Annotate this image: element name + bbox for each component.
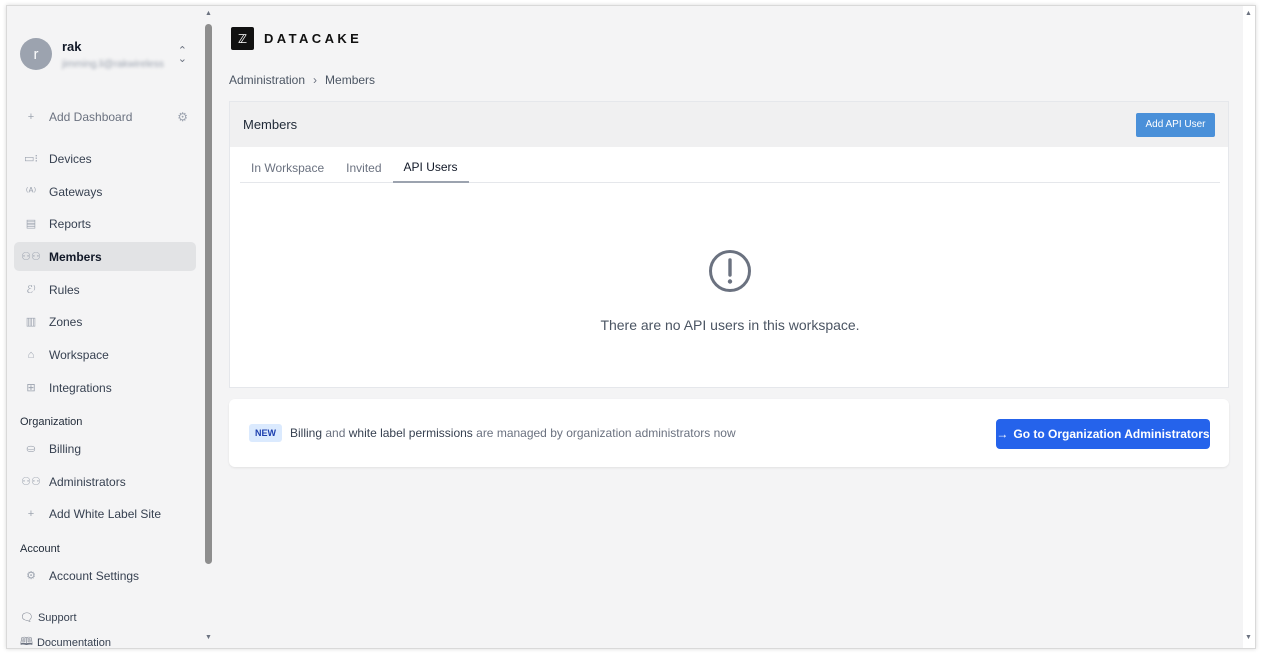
notice-billing: Billing (290, 426, 323, 440)
section-account: Account (20, 543, 60, 555)
documentation-label: Documentation (36, 636, 111, 649)
chevron-right-icon: › (313, 73, 318, 87)
chevron-updown-icon[interactable]: ⌃ ⌄ (178, 46, 187, 65)
add-api-user-button[interactable]: Add API User (1136, 112, 1215, 137)
tab-in-workspace[interactable]: In Workspace (240, 152, 335, 183)
section-organization: Organization (20, 416, 83, 428)
empty-state-message: There are no API users in this workspace… (600, 317, 860, 333)
user-email: jimming.li@rakwireless (62, 58, 164, 70)
scroll-down-arrow-icon[interactable]: ▼ (1245, 634, 1252, 641)
members-panel: Members Add API User In Workspace Invite… (229, 101, 1229, 388)
sidebar-item-label: Workspace (49, 347, 109, 362)
org-admin-notice: NEW Billing and white label permissions … (229, 399, 1229, 467)
map-icon: ▥ (25, 316, 37, 328)
datacake-logo[interactable]: ℤ DATACAKE (231, 27, 362, 50)
logo-mark-icon: ℤ (231, 27, 254, 50)
sidebar-scrollbar[interactable]: ▲ ▼ (203, 6, 215, 648)
sidebar-item-devices[interactable]: ▭⁝ Devices (14, 144, 196, 173)
breadcrumb-administration[interactable]: Administration (229, 73, 305, 87)
plus-square-icon: ⊞ (26, 382, 36, 394)
go-to-org-admins-button[interactable]: → Go to Organization Administrators (996, 419, 1210, 449)
gateway-icon: ⁽ᴬ⁾ (25, 186, 37, 198)
add-dashboard-button[interactable]: + Add Dashboard ⚙ (14, 102, 196, 131)
sidebar-scroll-thumb[interactable] (205, 24, 212, 564)
devices-icon: ▭⁝ (24, 153, 38, 165)
sidebar-item-label: Add White Label Site (49, 506, 162, 521)
billing-icon: ⛀ (26, 443, 36, 455)
sidebar-item-reports[interactable]: ▤ Reports (14, 209, 196, 238)
members-icon: ⚇⚇ (21, 251, 41, 263)
sidebar-item-label: Rules (49, 282, 80, 297)
add-dashboard-label: Add Dashboard (49, 109, 133, 124)
home-icon: ⌂ (27, 348, 35, 361)
notice-rest: are managed by organization administrato… (476, 426, 736, 440)
support-link[interactable]: 🗨 Support (20, 611, 77, 625)
sidebar-item-members[interactable]: ⚇⚇ Members (14, 242, 196, 271)
sidebar-item-label: Integrations (49, 380, 112, 395)
breadcrumb-members: Members (325, 73, 376, 87)
sidebar-item-label: Members (49, 249, 102, 264)
gear-icon: ⚙ (26, 570, 36, 582)
book-icon: 🕮 (20, 636, 33, 648)
members-icon: ⚇⚇ (21, 476, 41, 488)
sidebar-item-add-white-label[interactable]: + Add White Label Site (14, 499, 196, 528)
arrow-right-icon: → (996, 427, 1009, 441)
tab-api-users[interactable]: API Users (392, 152, 469, 183)
gear-icon[interactable]: ⚙ (177, 110, 188, 124)
scroll-up-arrow-icon[interactable]: ▲ (205, 10, 212, 17)
main-scrollbar[interactable]: ▲ ▼ (1243, 6, 1255, 648)
sidebar-item-workspace[interactable]: ⌂ Workspace (14, 340, 196, 369)
report-icon: ▤ (25, 218, 37, 230)
member-tabs: In Workspace Invited API Users (240, 152, 1220, 183)
notice-and: and (325, 426, 346, 440)
tab-invited[interactable]: Invited (335, 152, 392, 183)
main-content: ℤ DATACAKE Administration › Members Memb… (215, 6, 1245, 648)
sidebar-item-billing[interactable]: ⛀ Billing (14, 434, 196, 463)
sidebar-item-label: Billing (49, 441, 82, 456)
plus-icon: + (27, 507, 35, 520)
sidebar-item-label: Devices (49, 151, 92, 166)
sidebar-item-administrators[interactable]: ⚇⚇ Administrators (14, 467, 196, 496)
breadcrumb: Administration › Members (229, 73, 375, 87)
rules-icon: ℰ⁾ (26, 284, 36, 296)
sidebar-item-label: Account Settings (49, 568, 140, 583)
sidebar-item-account-settings[interactable]: ⚙ Account Settings (14, 561, 196, 590)
sidebar-item-label: Reports (49, 216, 92, 231)
avatar: r (20, 38, 52, 70)
sidebar-item-label: Administrators (49, 474, 126, 489)
panel-header: Members Add API User (230, 102, 1228, 147)
notice-text: Billing and white label permissions are … (290, 426, 736, 440)
sidebar-item-label: Gateways (49, 184, 103, 199)
support-label: Support (37, 611, 77, 624)
user-name: rak (62, 38, 82, 54)
logo-text: DATACAKE (264, 31, 363, 46)
sidebar-item-gateways[interactable]: ⁽ᴬ⁾ Gateways (14, 177, 196, 206)
scroll-down-arrow-icon[interactable]: ▼ (205, 634, 212, 641)
sidebar-item-integrations[interactable]: ⊞ Integrations (14, 373, 196, 402)
exclamation-circle-icon (709, 250, 751, 292)
sidebar-item-rules[interactable]: ℰ⁾ Rules (14, 275, 196, 304)
sidebar-item-label: Zones (49, 314, 83, 329)
new-badge: NEW (249, 424, 282, 442)
documentation-link[interactable]: 🕮 Documentation (20, 633, 111, 649)
sidebar: r rak jimming.li@rakwireless ⌃ ⌄ + Add Da… (7, 6, 203, 649)
plus-icon: + (27, 110, 35, 123)
user-switcher[interactable]: r rak jimming.li@rakwireless ⌃ ⌄ (19, 26, 191, 82)
panel-title: Members (243, 117, 298, 132)
notice-white-label: white label permissions (348, 426, 473, 440)
scroll-up-arrow-icon[interactable]: ▲ (1245, 10, 1252, 17)
chat-icon: 🗨 (20, 612, 34, 624)
app-window: r rak jimming.li@rakwireless ⌃ ⌄ + Add Da… (6, 5, 1256, 649)
go-to-org-admins-label: Go to Organization Administrators (1013, 427, 1210, 441)
sidebar-item-zones[interactable]: ▥ Zones (14, 307, 196, 336)
